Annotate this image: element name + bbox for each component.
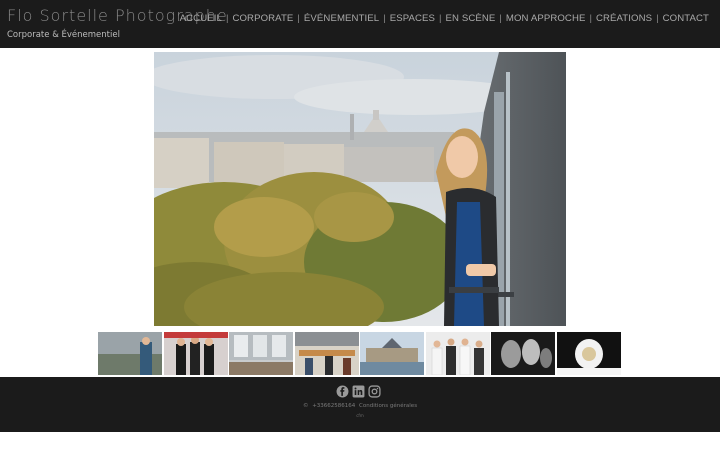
thumbnail-7[interactable] [491,332,555,375]
hero-photo-icon [154,52,566,326]
footer-credit: cfm [356,413,364,418]
nav-separator: | [297,13,300,24]
nav-corporate[interactable]: CORPORATE [232,13,293,24]
site-header: Flo Sortelle Photographe Corporate & Évé… [0,0,720,48]
thumbnail-6[interactable] [425,332,490,375]
nav-separator: | [383,13,386,24]
thumbnail-2[interactable] [163,332,228,375]
copyright: © [302,403,309,409]
nav-separator: | [439,13,442,24]
nav-en-scene[interactable]: EN SCÈNE [446,13,496,24]
footer-phone[interactable]: +33662586164 [312,403,355,409]
nav-contact[interactable]: CONTACT [663,13,709,24]
thumbnail-4[interactable] [294,332,359,375]
thumbnail-strip [98,332,622,375]
thumbnail-1[interactable] [98,332,162,375]
thumb-event-group-icon [163,332,228,375]
nav-separator: | [589,13,592,24]
nav-separator: | [225,13,229,24]
thumb-stage-dancers-icon [491,332,555,375]
nav-espaces[interactable]: ESPACES [390,13,435,24]
nav-evenementiel[interactable]: ÉVÉNEMENTIEL [304,13,379,24]
thumb-lake-portrait-icon [98,332,162,375]
thumb-product-speaker-icon [556,332,621,375]
thumb-cafeteria-icon [294,332,359,375]
thumbnail-8[interactable] [556,332,621,375]
nav-accueil[interactable]: ACCUEIL [180,13,222,24]
brand-subtitle: Corporate & Événementiel [7,30,120,40]
social-links [336,385,381,398]
nav-creations[interactable]: CRÉATIONS [596,13,652,24]
linkedin-icon[interactable] [352,385,365,398]
nav-separator: | [656,13,659,24]
nav-separator: | [499,13,502,24]
thumbnail-3[interactable] [229,332,293,375]
main-nav: ACCUEIL | CORPORATE | ÉVÉNEMENTIEL | ESP… [180,13,709,24]
facebook-icon[interactable] [336,385,349,398]
thumbnail-5[interactable] [360,332,424,375]
footer-terms-link[interactable]: Conditions générales [359,403,417,409]
hero-photo [154,52,566,326]
instagram-icon[interactable] [368,385,381,398]
thumb-chateau-icon [360,332,424,375]
nav-mon-approche[interactable]: MON APPROCHE [506,13,586,24]
footer-legal: © +33662586164 Conditions générales [0,403,720,409]
thumb-office-space-icon [229,332,293,375]
site-footer: © +33662586164 Conditions générales cfm [0,377,720,432]
thumb-team-portrait-icon [425,332,490,375]
